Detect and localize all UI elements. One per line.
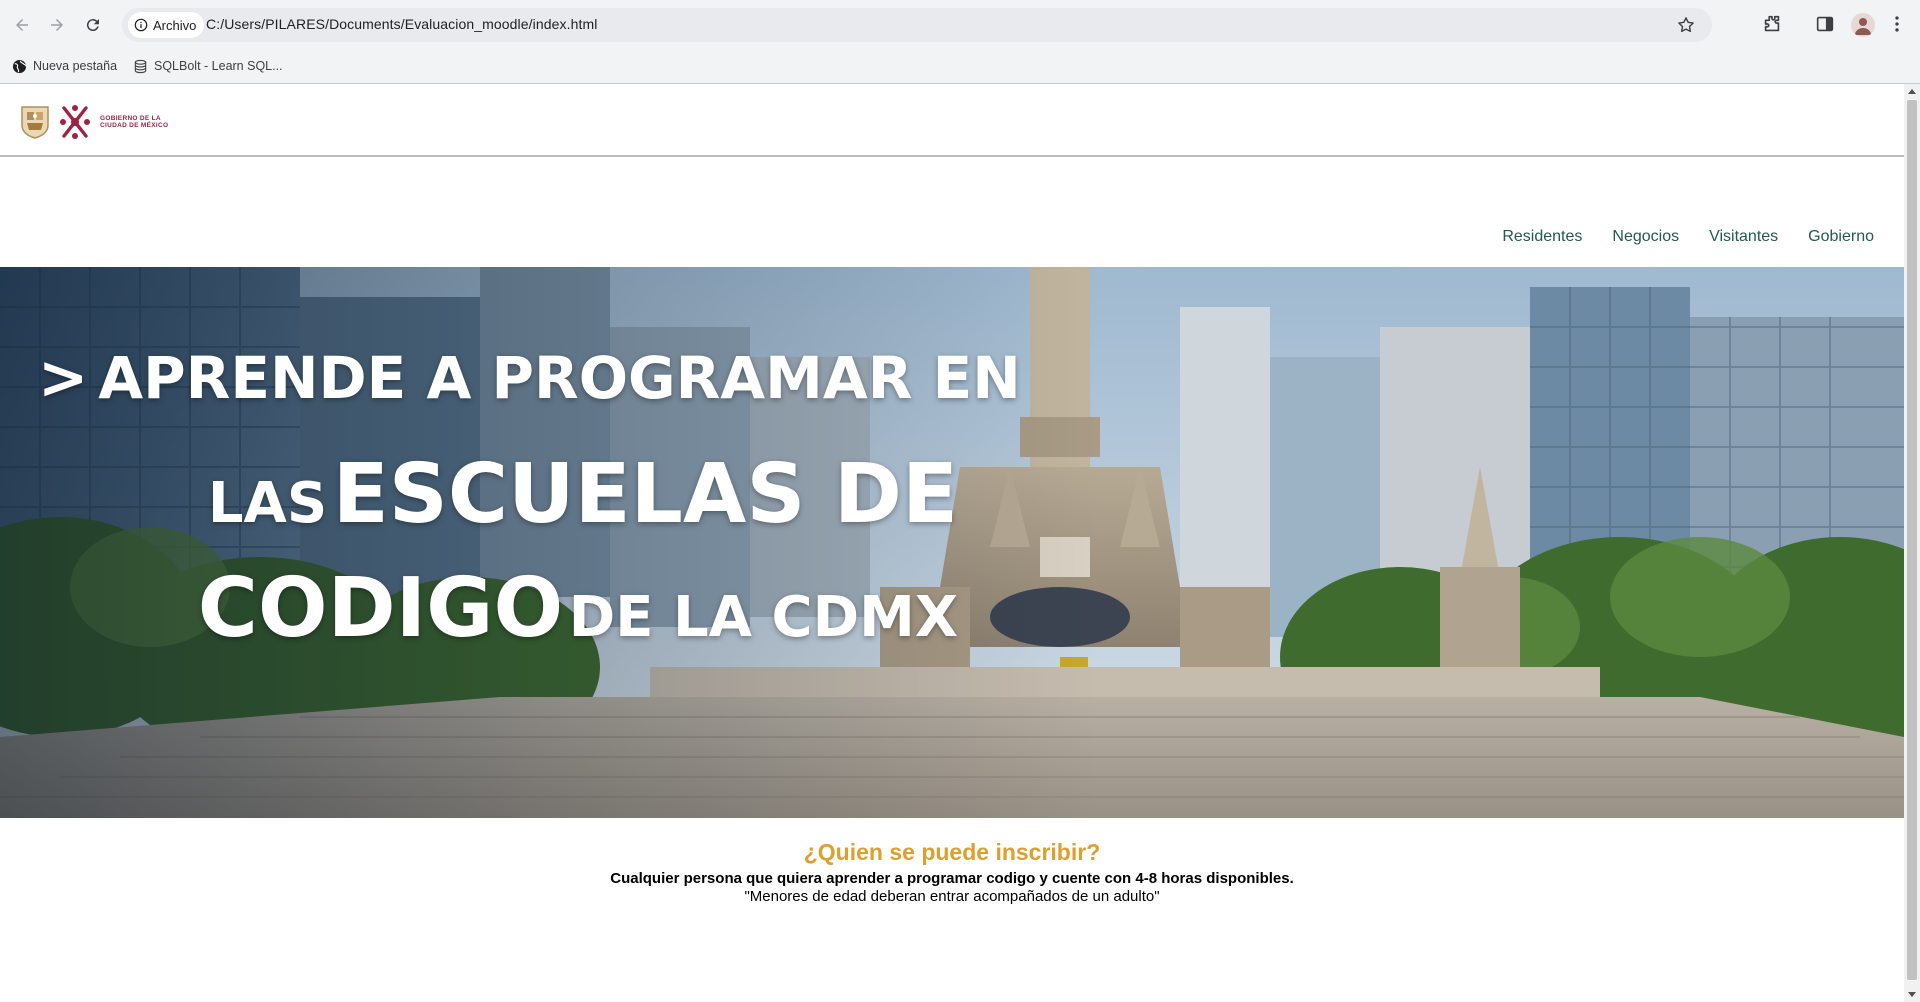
enrollment-question: ¿Quien se puede inscribir? (803, 839, 1101, 865)
browser-chrome: Archivo C:/Users/PILARES/Documents/Evalu… (0, 0, 1920, 84)
site-info-chip[interactable]: Archivo (128, 12, 205, 38)
scroll-down-icon[interactable] (1908, 992, 1916, 997)
enrollment-note: "Menores de edad deberan entrar acompaña… (744, 888, 1160, 905)
globe-icon (12, 59, 27, 73)
enrollment-info: ¿Quien se puede inscribir? Cualquier per… (0, 839, 1904, 905)
enrollment-answer: Cualquier persona que quiera aprender a … (610, 870, 1294, 887)
bookmark-label: SQLBolt - Learn SQL... (154, 59, 283, 73)
bookmark-label: Nueva pestaña (33, 59, 118, 73)
bookmark-star-button[interactable] (1676, 15, 1696, 40)
scroll-up-icon[interactable] (1908, 89, 1916, 94)
hero-title-line2: LAS ESCUELAS DE (208, 447, 958, 542)
bookmark-item[interactable]: Nueva pestaña (12, 54, 117, 78)
side-panel-button[interactable] (1814, 13, 1836, 40)
menu-item-negocios[interactable]: Negocios (1612, 228, 1679, 246)
bookmarks-bar: Nueva pestaña SQLBolt - Learn SQL... (0, 49, 1920, 83)
database-icon (134, 59, 147, 73)
profile-avatar[interactable] (1851, 13, 1875, 37)
puzzle-icon (1764, 15, 1780, 32)
gov-logo-line2: CIUDAD DE MÉXICO (100, 122, 169, 129)
hero-banner: > APRENDE A PROGRAMAR EN LAS ESCUELAS DE … (0, 267, 1904, 818)
reload-button[interactable] (80, 12, 106, 38)
web-page: GOBIERNO DE LA CIUDAD DE MÉXICO Resident… (0, 84, 1904, 1002)
back-button[interactable] (9, 12, 35, 38)
arrow-left-icon (16, 19, 28, 31)
hero-line3-large: CODIGO (197, 561, 564, 656)
bookmark-item[interactable]: SQLBolt - Learn SQL... (133, 54, 283, 78)
browser-toolbar: Archivo C:/Users/PILARES/Documents/Evalu… (0, 0, 1920, 49)
hero-line3-small: DE LA CDMX (568, 585, 958, 650)
gov-logo-line1: GOBIERNO DE LA (100, 114, 161, 122)
address-bar[interactable]: Archivo C:/Users/PILARES/Documents/Evalu… (122, 8, 1712, 42)
chevron-right-icon: > (38, 343, 89, 413)
hero-line1-text: APRENDE A PROGRAMAR EN (98, 344, 1021, 412)
forward-button[interactable] (44, 12, 70, 38)
hero-line2-small: LAS (207, 471, 328, 536)
reload-icon (86, 19, 99, 32)
gov-logo-text: GOBIERNO DE LA CIUDAD DE MÉXICO (100, 115, 168, 130)
star-icon (1678, 17, 1694, 33)
scroll-thumb[interactable] (1907, 100, 1917, 980)
cdmx-flower-logo (60, 105, 90, 139)
menu-item-visitantes[interactable]: Visitantes (1709, 228, 1778, 246)
browser-menu-button[interactable] (1886, 13, 1908, 40)
hero-title-line1: > APRENDE A PROGRAMAR EN (38, 343, 1021, 413)
side-panel-icon (1816, 16, 1834, 32)
gov-header: GOBIERNO DE LA CIUDAD DE MÉXICO (0, 84, 1904, 157)
main-menu: Residentes Negocios Visitantes Gobierno (1502, 228, 1874, 246)
info-icon (134, 18, 148, 32)
logo-group[interactable]: GOBIERNO DE LA CIUDAD DE MÉXICO (20, 103, 168, 141)
url-text[interactable]: C:/Users/PILARES/Documents/Evaluacion_mo… (206, 16, 597, 32)
site-chip-label: Archivo (153, 17, 197, 33)
more-vertical-icon (1895, 16, 1899, 32)
extensions-button[interactable] (1761, 13, 1783, 40)
person-icon (1855, 18, 1871, 35)
arrow-right-icon (51, 19, 63, 31)
page-scrollbar[interactable] (1904, 84, 1920, 1002)
menu-item-residentes[interactable]: Residentes (1502, 228, 1582, 246)
hero-title-line3: CODIGO DE LA CDMX (198, 561, 958, 656)
coat-of-arms-logo (21, 106, 49, 139)
hero-line2-large: ESCUELAS DE (332, 447, 958, 542)
menu-item-gobierno[interactable]: Gobierno (1808, 228, 1874, 246)
